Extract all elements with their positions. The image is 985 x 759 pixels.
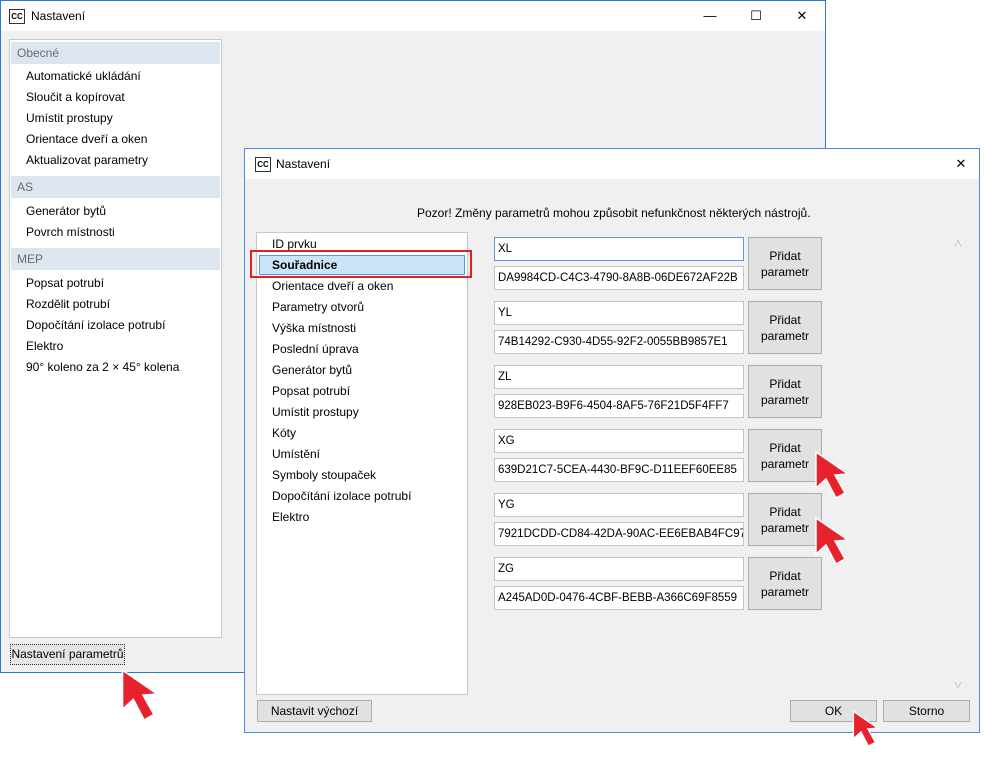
scroll-down-icon[interactable]: ˅ bbox=[954, 677, 962, 693]
tool-item[interactable]: Orientace dveří a oken bbox=[26, 132, 147, 146]
group-header-as: AS bbox=[11, 176, 220, 198]
pointer-arrow-icon bbox=[815, 516, 851, 564]
param-row: YG 7921DCDD-CD84-42DA-90AC-EE6EBAB4FC97 … bbox=[494, 493, 824, 549]
add-button-label: parametr bbox=[760, 393, 810, 407]
selection-highlight-box bbox=[250, 250, 472, 278]
list-item[interactable]: Orientace dveří a oken bbox=[272, 279, 393, 293]
dialog-title: Nastavení bbox=[276, 157, 331, 171]
group-header-obecne: Obecné bbox=[11, 42, 220, 64]
param-name-field[interactable]: XL bbox=[494, 237, 744, 261]
param-guid-field[interactable]: 7921DCDD-CD84-42DA-90AC-EE6EBAB4FC97 bbox=[494, 522, 744, 546]
app-logo-icon: CC bbox=[9, 9, 25, 24]
param-guid-field[interactable]: 639D21C7-5CEA-4430-BF9C-D11EEF60EE85 bbox=[494, 458, 744, 482]
add-button-label: Přidat bbox=[769, 313, 801, 327]
list-item[interactable]: Výška místnosti bbox=[272, 321, 356, 335]
tool-item[interactable]: 90° koleno za 2 × 45° kolena bbox=[26, 360, 179, 374]
list-item[interactable]: Umístit prostupy bbox=[272, 405, 359, 419]
list-item[interactable]: Parametry otvorů bbox=[272, 300, 364, 314]
add-button-label: parametr bbox=[760, 457, 810, 471]
param-name-field[interactable]: YG bbox=[494, 493, 744, 517]
tool-list: ID prvku Souřadnice Orientace dveří a ok… bbox=[256, 232, 468, 695]
param-guid-field[interactable]: 74B14292-C930-4D55-92F2-0055BB9857E1 bbox=[494, 330, 744, 354]
add-parameter-button[interactable]: Přidat parametr bbox=[748, 365, 822, 418]
maximize-button[interactable]: ☐ bbox=[733, 1, 779, 31]
minimize-button[interactable]: — bbox=[687, 1, 733, 31]
parameter-settings-button[interactable]: Nastavení parametrů bbox=[10, 644, 125, 665]
parameter-settings-dialog: CC Nastavení ✕ Pozor! Změny parametrů mo… bbox=[244, 148, 980, 733]
pointer-arrow-icon bbox=[815, 450, 851, 498]
add-button-label: parametr bbox=[760, 265, 810, 279]
dialog-titlebar: CC Nastavení ✕ bbox=[245, 149, 979, 179]
add-button-label: parametr bbox=[760, 585, 810, 599]
warning-text: Pozor! Změny parametrů mohou způsobit ne… bbox=[417, 206, 811, 220]
tool-item[interactable]: Aktualizovat parametry bbox=[26, 153, 148, 167]
tool-item[interactable]: Sloučit a kopírovat bbox=[26, 90, 125, 104]
tool-item[interactable]: Elektro bbox=[26, 339, 63, 353]
add-button-label: Přidat bbox=[769, 249, 801, 263]
param-row: XL DA9984CD-C4C3-4790-8A8B-06DE672AF22B … bbox=[494, 237, 824, 293]
param-guid-field[interactable]: A245AD0D-0476-4CBF-BEBB-A366C69F8559 bbox=[494, 586, 744, 610]
param-name-field[interactable]: XG bbox=[494, 429, 744, 453]
param-guid-field[interactable]: 928EB023-B9F6-4504-8AF5-76F21D5F4FF7 bbox=[494, 394, 744, 418]
add-parameter-button[interactable]: Přidat parametr bbox=[748, 301, 822, 354]
list-item[interactable]: Symboly stoupaček bbox=[272, 468, 376, 482]
back-close-button[interactable]: ✕ bbox=[779, 1, 825, 31]
pointer-arrow-icon bbox=[852, 710, 880, 747]
list-item[interactable]: Elektro bbox=[272, 510, 309, 524]
app-logo-icon: CC bbox=[255, 157, 271, 172]
param-name-field[interactable]: ZL bbox=[494, 365, 744, 389]
tool-item[interactable]: Generátor bytů bbox=[26, 204, 106, 218]
list-item[interactable]: Kóty bbox=[272, 426, 296, 440]
param-row: ZG A245AD0D-0476-4CBF-BEBB-A366C69F8559 … bbox=[494, 557, 824, 613]
param-row: ZL 928EB023-B9F6-4504-8AF5-76F21D5F4FF7 … bbox=[494, 365, 824, 421]
group-header-mep: MEP bbox=[11, 248, 220, 270]
add-parameter-button[interactable]: Přidat parametr bbox=[748, 429, 822, 482]
dialog-close-button[interactable]: ✕ bbox=[941, 149, 981, 179]
scroll-up-icon[interactable]: ˄ bbox=[954, 235, 962, 251]
add-button-label: Přidat bbox=[769, 569, 801, 583]
add-parameter-button[interactable]: Přidat parametr bbox=[748, 493, 822, 546]
tool-list-panel: Obecné Automatické ukládání Sloučit a ko… bbox=[9, 39, 222, 638]
add-parameter-button[interactable]: Přidat parametr bbox=[748, 237, 822, 290]
back-window-title: Nastavení bbox=[31, 9, 86, 23]
add-button-label: parametr bbox=[760, 521, 810, 535]
param-name-field[interactable]: YL bbox=[494, 301, 744, 325]
param-name-field[interactable]: ZG bbox=[494, 557, 744, 581]
add-button-label: Přidat bbox=[769, 505, 801, 519]
tool-item[interactable]: Popsat potrubí bbox=[26, 276, 104, 290]
tool-item[interactable]: Dopočítání izolace potrubí bbox=[26, 318, 165, 332]
list-item[interactable]: Dopočítání izolace potrubí bbox=[272, 489, 411, 503]
tool-item[interactable]: Povrch místnosti bbox=[26, 225, 115, 239]
add-button-label: parametr bbox=[760, 329, 810, 343]
list-item[interactable]: Generátor bytů bbox=[272, 363, 352, 377]
list-item[interactable]: Poslední úprava bbox=[272, 342, 359, 356]
set-default-button[interactable]: Nastavit výchozí bbox=[257, 700, 372, 722]
tool-item[interactable]: Automatické ukládání bbox=[26, 69, 141, 83]
cancel-button[interactable]: Storno bbox=[883, 700, 970, 722]
list-item[interactable]: Umístění bbox=[272, 447, 320, 461]
add-button-label: Přidat bbox=[769, 377, 801, 391]
pointer-arrow-icon bbox=[121, 668, 160, 720]
tool-item[interactable]: Rozdělit potrubí bbox=[26, 297, 110, 311]
param-row: YL 74B14292-C930-4D55-92F2-0055BB9857E1 … bbox=[494, 301, 824, 357]
add-button-label: Přidat bbox=[769, 441, 801, 455]
list-item-id-prvku[interactable]: ID prvku bbox=[272, 237, 317, 251]
param-guid-field[interactable]: DA9984CD-C4C3-4790-8A8B-06DE672AF22B bbox=[494, 266, 744, 290]
back-titlebar: CC Nastavení — ☐ ✕ bbox=[1, 1, 825, 31]
tool-item[interactable]: Umístit prostupy bbox=[26, 111, 113, 125]
param-row: XG 639D21C7-5CEA-4430-BF9C-D11EEF60EE85 … bbox=[494, 429, 824, 485]
add-parameter-button[interactable]: Přidat parametr bbox=[748, 557, 822, 610]
list-item[interactable]: Popsat potrubí bbox=[272, 384, 350, 398]
